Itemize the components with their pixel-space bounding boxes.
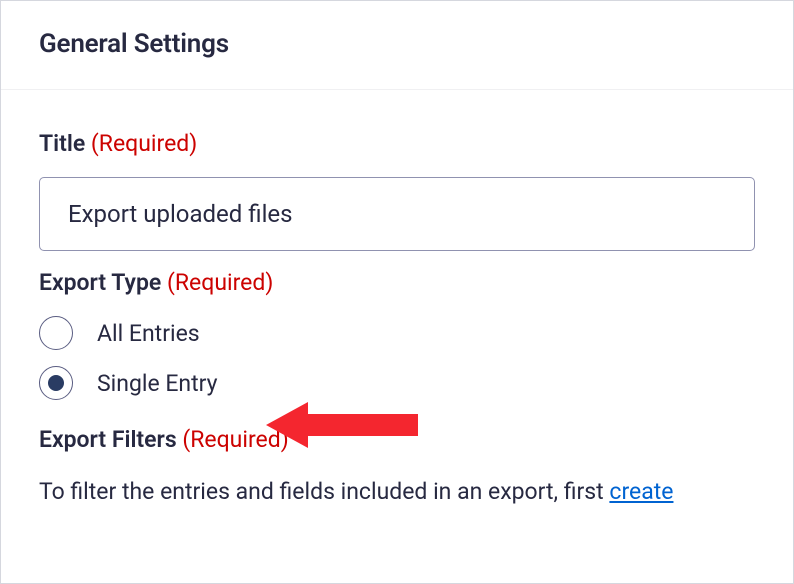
export-filters-description: To filter the entries and fields include…	[39, 475, 755, 510]
description-text: To filter the entries and fields include…	[39, 478, 609, 505]
title-input[interactable]	[39, 177, 755, 251]
export-type-label-text: Export Type	[39, 269, 161, 296]
title-label: Title (Required)	[39, 130, 755, 157]
title-label-text: Title	[39, 130, 85, 157]
radio-all-entries[interactable]: All Entries	[39, 316, 755, 350]
radio-single-entry-label: Single Entry	[97, 370, 218, 397]
export-type-label: Export Type (Required)	[39, 269, 755, 296]
radio-circle-selected-icon	[39, 366, 73, 400]
export-filters-required-text: (Required)	[182, 426, 288, 453]
radio-circle-icon	[39, 316, 73, 350]
page-title: General Settings	[39, 29, 755, 59]
create-link[interactable]: create	[609, 478, 673, 505]
export-filters-label: Export Filters (Required)	[39, 426, 755, 453]
export-type-required-text: (Required)	[167, 269, 273, 296]
title-required-text: (Required)	[91, 130, 197, 157]
radio-single-entry[interactable]: Single Entry	[39, 366, 755, 400]
export-filters-label-text: Export Filters	[39, 426, 177, 453]
radio-all-entries-label: All Entries	[97, 320, 200, 347]
